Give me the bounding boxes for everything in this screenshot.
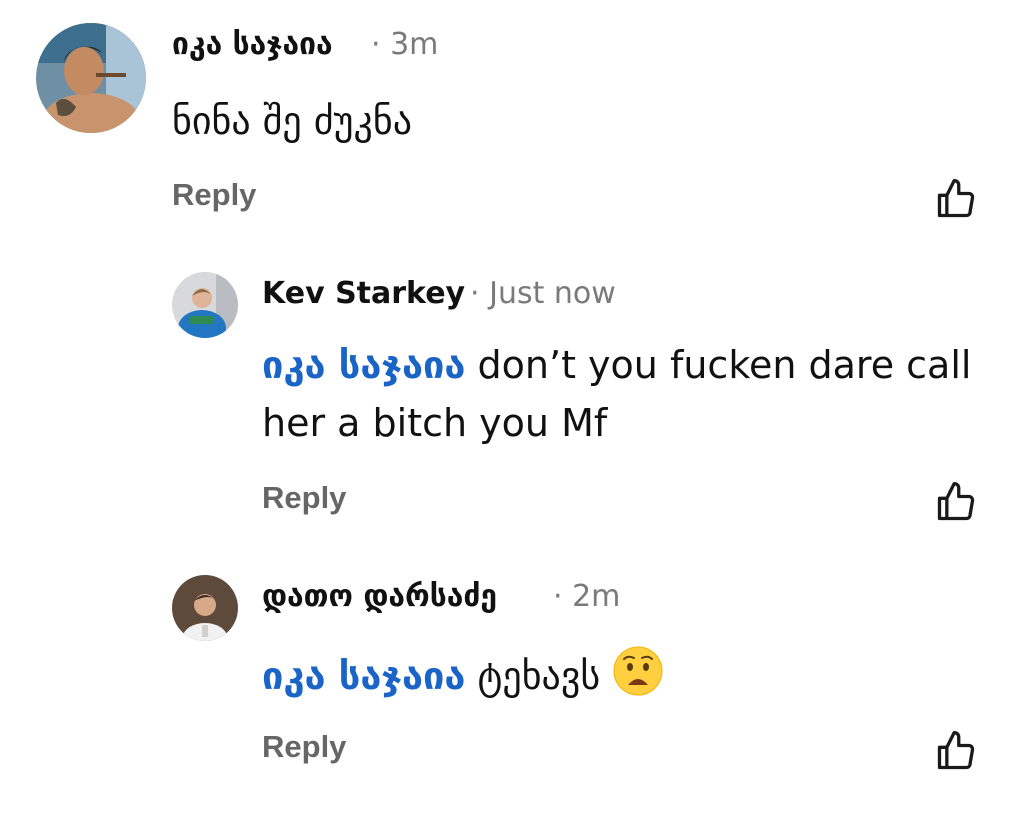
- comment-timestamp: · Just now: [470, 276, 616, 311]
- user-photo: [36, 23, 146, 133]
- worried-face-emoji: [612, 645, 664, 697]
- user-photo: [172, 575, 238, 641]
- comment-body: ნინა შე ძუკნა: [172, 99, 413, 143]
- meta-separator: ·: [470, 276, 480, 311]
- comment-text: ნინა შე ძუკნა: [172, 92, 972, 150]
- reply-button[interactable]: Reply: [172, 177, 256, 213]
- comment-body: ტეხავს: [477, 654, 601, 698]
- comment-timestamp: · 2m: [553, 579, 620, 614]
- avatar[interactable]: [172, 575, 238, 641]
- mention-link[interactable]: იკა საჯაია: [262, 343, 465, 387]
- meta-separator: ·: [371, 27, 381, 62]
- thumbs-up-icon: [937, 179, 975, 218]
- like-button[interactable]: [934, 480, 978, 524]
- comment-text: იკა საჯაია don’t you fucken dare call he…: [262, 336, 1002, 452]
- reply-button[interactable]: Reply: [262, 729, 346, 765]
- time-label: 2m: [572, 579, 621, 614]
- mention-link[interactable]: იკა საჯაია: [262, 654, 465, 698]
- comment-timestamp: · 3m: [371, 27, 438, 62]
- comment-text: იკა საჯაია ტეხავს: [262, 645, 1002, 705]
- avatar[interactable]: [172, 272, 238, 338]
- comment-author[interactable]: Kev Starkey: [262, 276, 465, 311]
- comment-author[interactable]: იკა საჯაია: [172, 27, 333, 62]
- meta-separator: ·: [553, 579, 563, 614]
- comment-thread: იკა საჯაია · 3m ნინა შე ძუკნა Reply Kev …: [0, 0, 1024, 815]
- avatar[interactable]: [36, 23, 146, 133]
- like-button[interactable]: [934, 177, 978, 221]
- thumbs-up-icon: [937, 731, 975, 770]
- like-button[interactable]: [934, 729, 978, 773]
- time-label: 3m: [390, 27, 439, 62]
- thumbs-up-icon: [937, 482, 975, 521]
- user-photo: [172, 272, 238, 338]
- time-label: Just now: [489, 276, 616, 311]
- reply-button[interactable]: Reply: [262, 480, 346, 516]
- comment-author[interactable]: დათო დარსაძე: [262, 579, 497, 614]
